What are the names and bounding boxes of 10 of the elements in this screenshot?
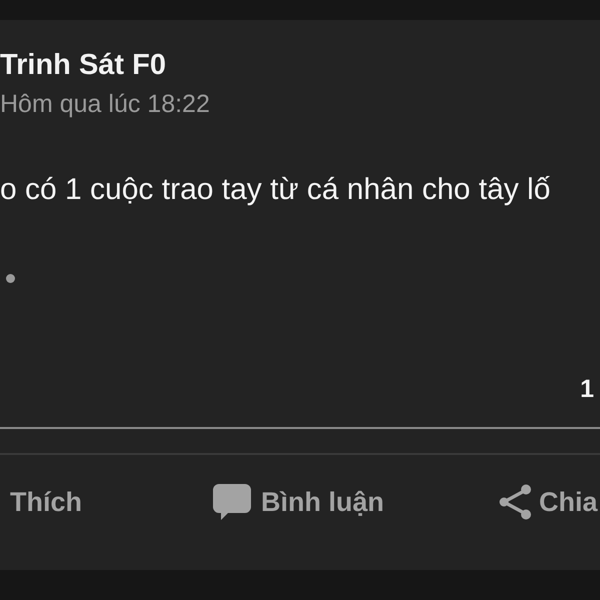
comment-button[interactable]: Bình luận: [211, 482, 386, 522]
post-text: o có 1 cuộc trao tay từ cá nhân cho tây lố: [0, 173, 550, 207]
author-name[interactable]: Trinh Sát F0: [0, 48, 166, 82]
reaction-count[interactable]: 1: [580, 374, 594, 404]
like-button[interactable]: Thích: [8, 483, 84, 521]
share-icon: [498, 484, 532, 520]
dot-icon: [6, 274, 15, 283]
comment-icon: [213, 484, 251, 520]
share-button[interactable]: Chia: [496, 482, 600, 522]
post-time[interactable]: Hôm qua lúc 18:22: [0, 89, 210, 119]
